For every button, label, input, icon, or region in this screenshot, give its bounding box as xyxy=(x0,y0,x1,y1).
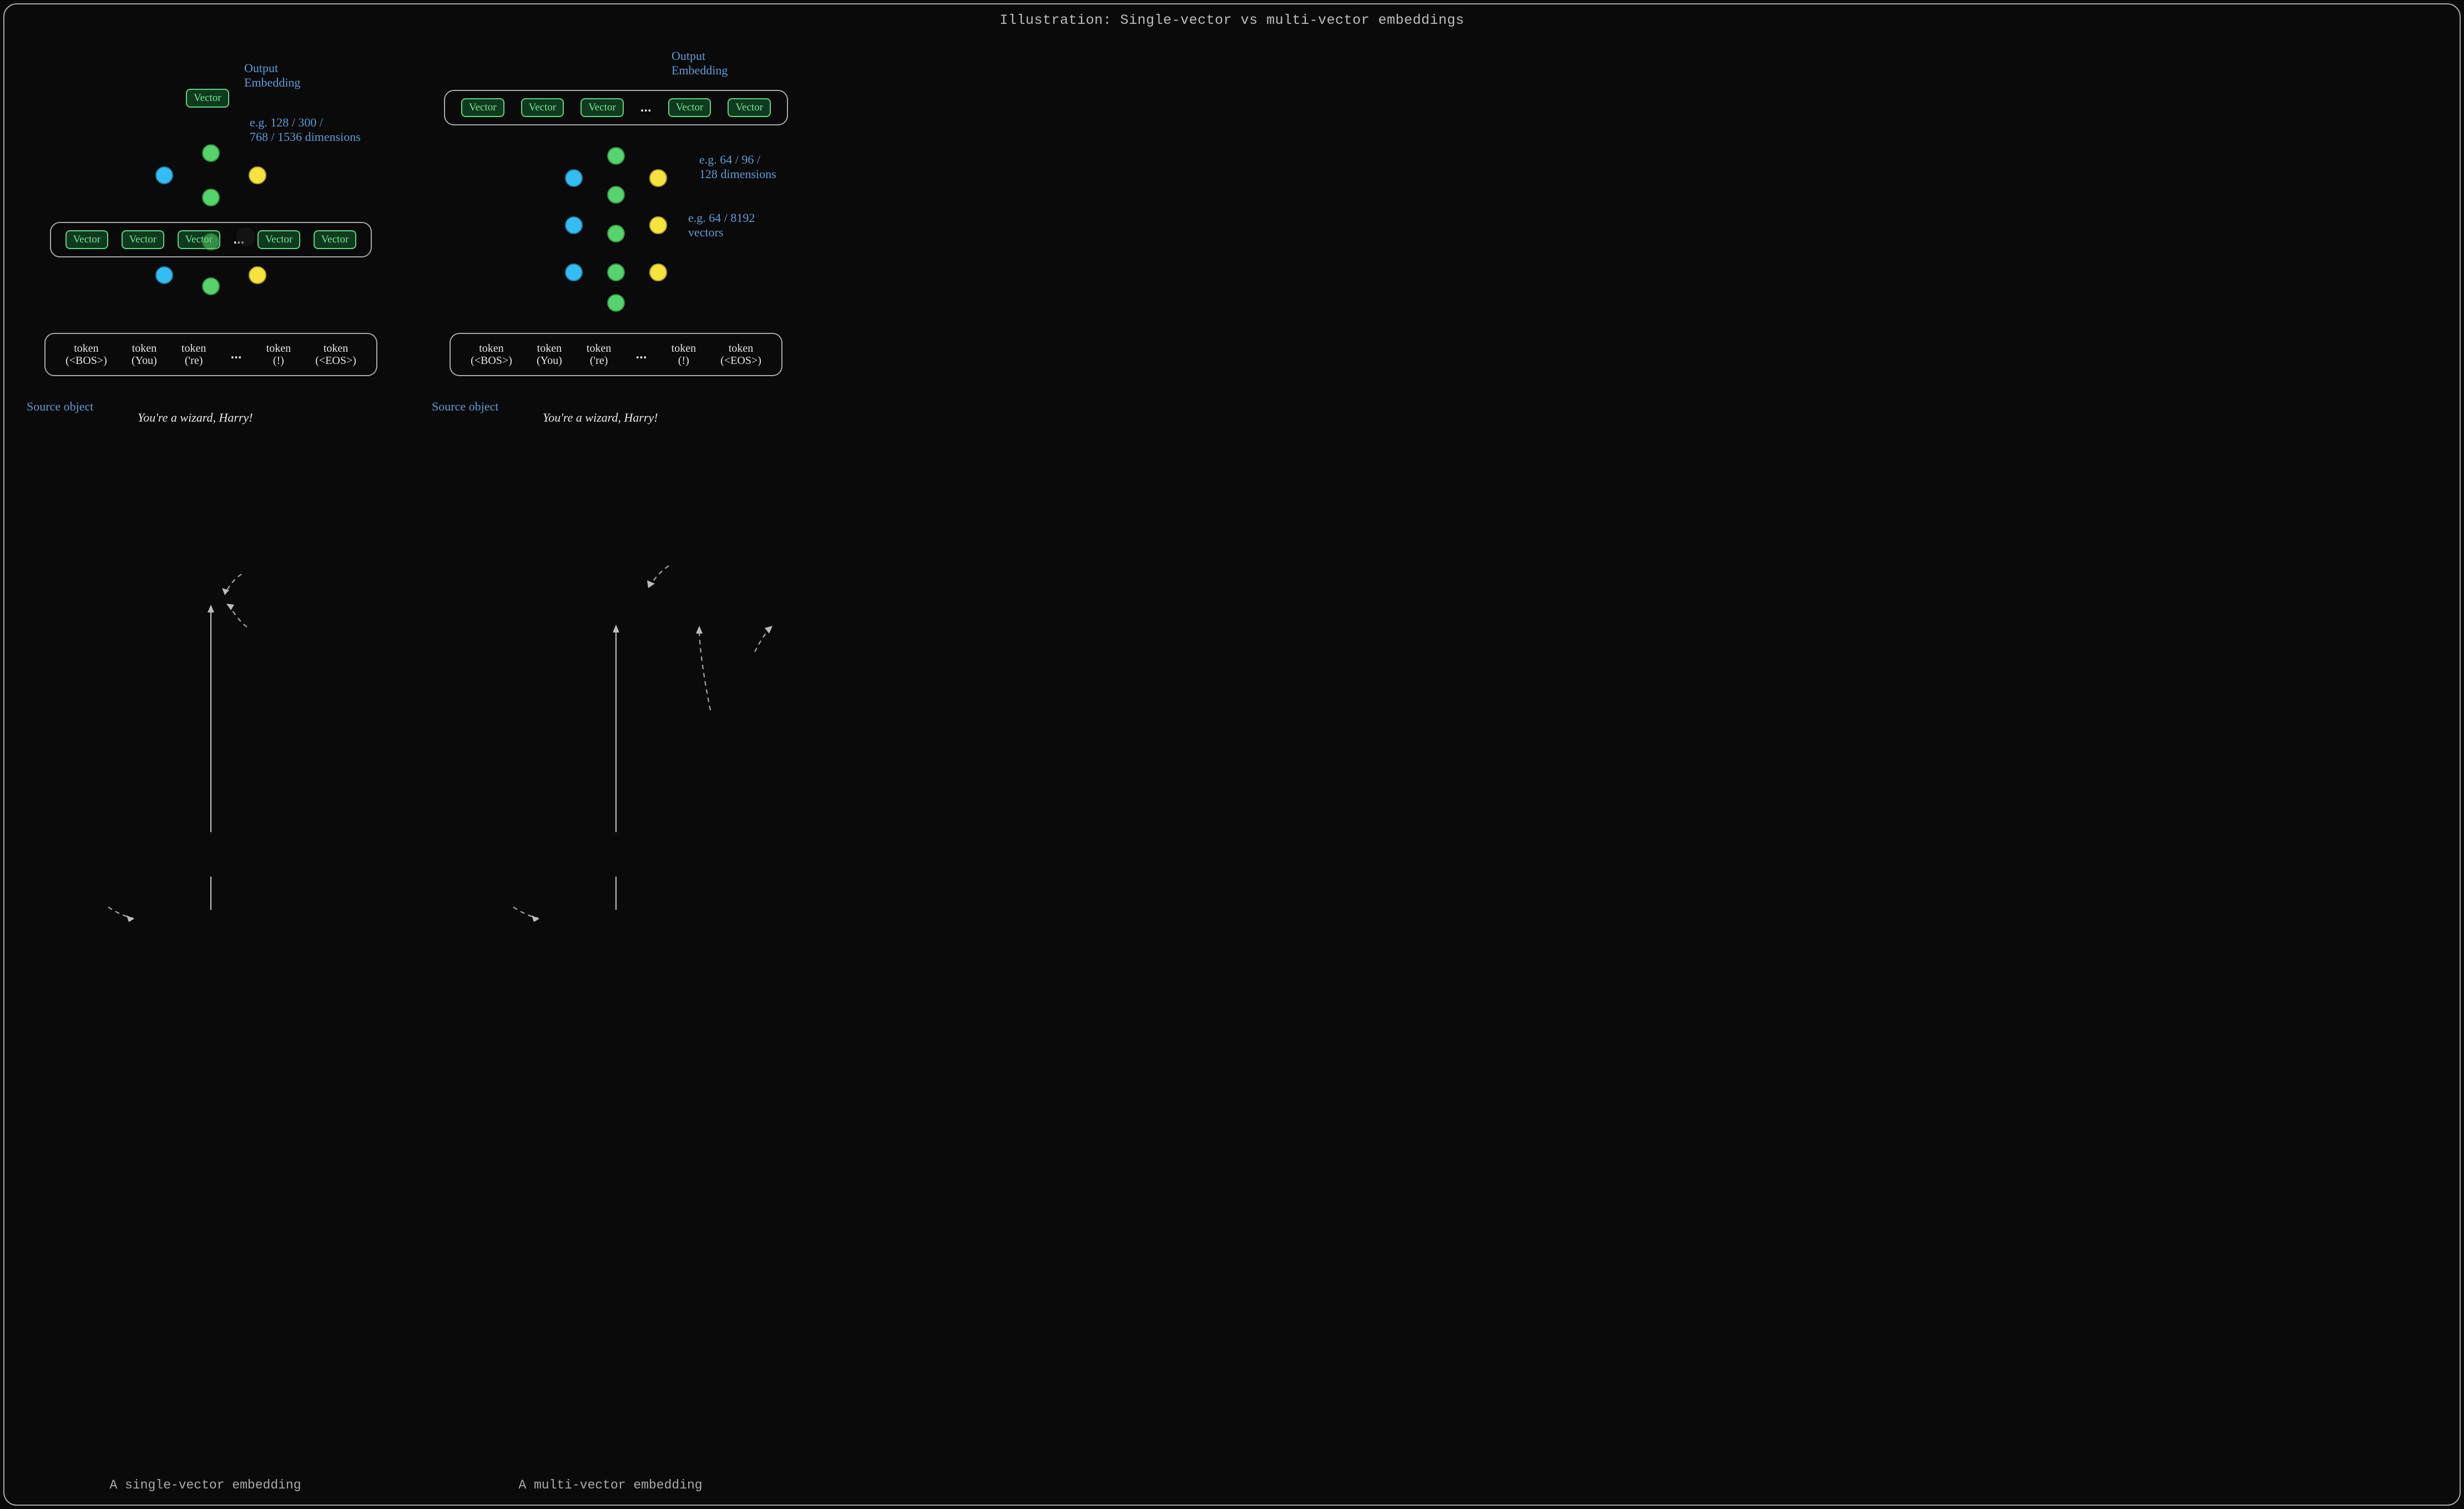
arrows-overlay xyxy=(17,44,405,1465)
ellipsis: ... xyxy=(640,100,652,115)
output-vector-row: Vector Vector Vector ... Vector Vector xyxy=(444,90,788,125)
ann-multi-vectors: e.g. 64 / 8192 vectors xyxy=(688,211,755,240)
ann-multi-dims: e.g. 64 / 96 / 128 dimensions xyxy=(699,153,776,182)
ann-output-embedding: Output Embedding xyxy=(244,61,300,90)
source-text: You're a wizard, Harry! xyxy=(138,411,253,425)
token-you: token(You) xyxy=(132,342,157,367)
token-row: token(<BOS>) token(You) token('re) ... t… xyxy=(44,333,377,376)
vector-chip: Vector xyxy=(257,230,301,249)
vector-chip: Vector xyxy=(314,230,357,249)
source-text: You're a wizard, Harry! xyxy=(543,411,658,425)
vector-chip: Vector xyxy=(521,98,564,117)
caption-multi: A multi-vector embedding xyxy=(411,1478,810,1492)
vector-chip: Vector xyxy=(668,98,711,117)
token-bang: token(!) xyxy=(671,342,696,367)
ann-source-object: Source object xyxy=(27,399,93,414)
ellipsis: ... xyxy=(635,347,647,362)
caption-single: A single-vector embedding xyxy=(0,1478,411,1492)
token-bos: token(<BOS>) xyxy=(471,342,512,367)
token-row: token(<BOS>) token(You) token('re) ... t… xyxy=(450,333,782,376)
vector-chip: Vector xyxy=(580,98,624,117)
diagram-title: Illustration: Single-vector vs multi-vec… xyxy=(0,12,2464,28)
token-bos: token(<BOS>) xyxy=(65,342,107,367)
ann-single-dims: e.g. 128 / 300 / 768 / 1536 dimensions xyxy=(250,115,361,145)
token-eos: token(<EOS>) xyxy=(720,342,761,367)
ann-output-embedding: Output Embedding xyxy=(671,49,728,78)
arrows-overlay xyxy=(422,44,810,1465)
panel-single-vector: Vector Vector Vector Vector ... Vector V… xyxy=(17,44,405,1465)
panel-multi-vector: Vector Vector Vector ... Vector Vector t… xyxy=(422,44,810,1465)
vector-chip: Vector xyxy=(728,98,771,117)
vector-chip: Vector xyxy=(461,98,504,117)
token-bang: token(!) xyxy=(266,342,291,367)
token-re: token('re) xyxy=(181,342,206,367)
vector-chip: Vector xyxy=(65,230,109,249)
token-re: token('re) xyxy=(587,342,611,367)
token-eos: token(<EOS>) xyxy=(315,342,356,367)
vector-chip: Vector xyxy=(122,230,165,249)
ann-source-object: Source object xyxy=(432,399,498,414)
output-vector-chip: Vector xyxy=(186,89,229,108)
ellipsis: ... xyxy=(230,347,241,362)
token-you: token(You) xyxy=(537,342,562,367)
